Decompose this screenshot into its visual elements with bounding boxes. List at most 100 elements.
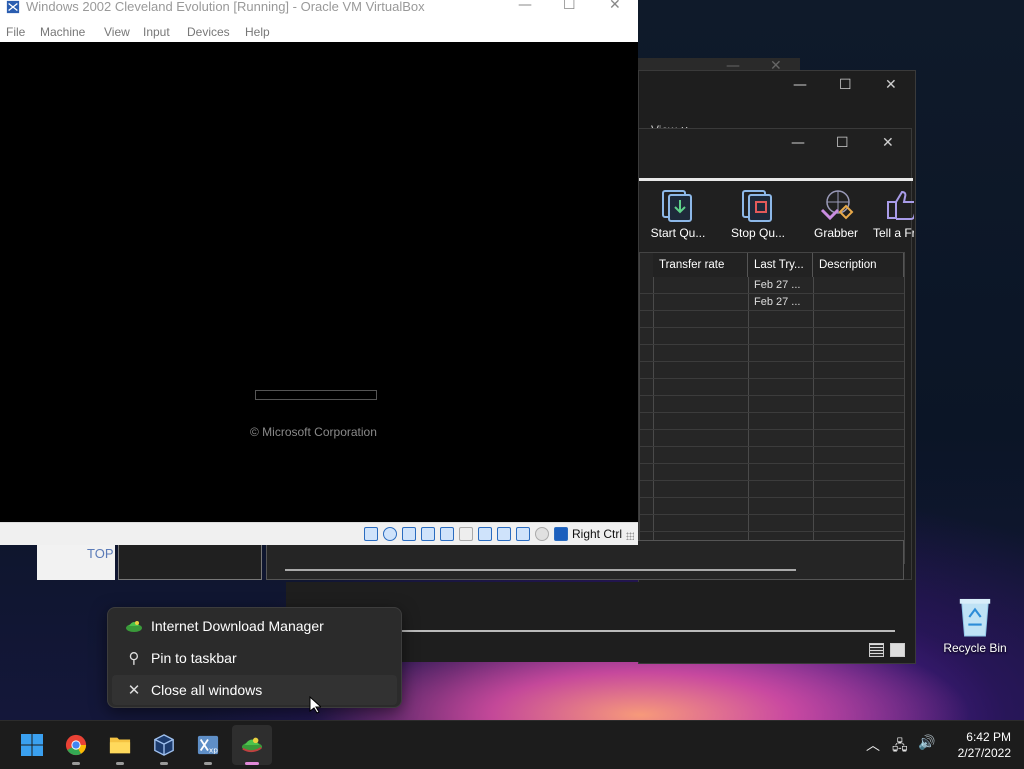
keyboard-capture-icon[interactable] <box>554 527 568 541</box>
chrome-icon <box>65 734 87 756</box>
audio-icon[interactable] <box>402 527 416 541</box>
last-try-cell: Feb 27 ... <box>754 279 801 291</box>
menu-help[interactable]: Help <box>245 25 270 39</box>
mouse-integration-icon[interactable] <box>535 527 549 541</box>
tell-a-friend-button[interactable]: Tell a Fr <box>868 182 914 244</box>
video-capture-icon[interactable] <box>497 527 511 541</box>
display-icon[interactable] <box>478 527 492 541</box>
resize-grip-icon[interactable] <box>626 532 634 540</box>
taskbar-idm[interactable] <box>232 725 272 765</box>
table-row <box>640 447 904 464</box>
taskbar-chrome[interactable] <box>56 725 96 765</box>
running-indicator <box>160 762 168 765</box>
usb-icon[interactable] <box>440 527 454 541</box>
table-row <box>640 396 904 413</box>
table-row <box>640 464 904 481</box>
close-button[interactable]: ✕ <box>609 0 621 13</box>
shared-folders-icon[interactable] <box>459 527 473 541</box>
last-try-cell: Feb 27 ... <box>754 296 801 308</box>
menu-item-label: Close all windows <box>151 682 263 698</box>
column-header-description[interactable]: Description <box>813 253 904 277</box>
table-row <box>640 481 904 498</box>
toolbar-divider <box>639 178 913 181</box>
taskbar-vmware-xp[interactable]: xp <box>188 725 228 765</box>
mouse-cursor-icon <box>309 696 321 714</box>
volume-icon[interactable]: 🔊 <box>918 735 935 751</box>
idm-icon <box>126 621 142 632</box>
table-row <box>640 430 904 447</box>
table-row <box>640 413 904 430</box>
virtualbox-app-icon <box>6 0 20 14</box>
table-row[interactable]: Feb 27 ... <box>640 277 904 294</box>
menu-item-internet-download-manager[interactable]: Internet Download Manager <box>112 611 397 641</box>
maximize-button[interactable]: ☐ <box>563 0 576 13</box>
description-cell <box>813 294 904 311</box>
horizontal-scrollbar[interactable] <box>285 569 796 571</box>
downloads-list-lower <box>266 540 904 580</box>
table-row <box>640 498 904 515</box>
cpu-icon[interactable] <box>516 527 530 541</box>
network-icon[interactable] <box>421 527 435 541</box>
hard-disk-icon[interactable] <box>364 527 378 541</box>
table-row <box>640 379 904 396</box>
grabber-label: Grabber <box>813 226 859 240</box>
table-row <box>640 328 904 345</box>
start-queue-icon <box>662 190 692 222</box>
show-hidden-icons-button[interactable]: ︿ <box>866 735 880 755</box>
network-icon[interactable]: 🖧 <box>892 735 908 759</box>
table-row <box>640 515 904 532</box>
menu-item-pin-to-taskbar[interactable]: ⚲ Pin to taskbar <box>112 643 397 673</box>
optical-drive-icon[interactable] <box>383 527 397 541</box>
background-window: TOP <box>37 540 115 580</box>
running-indicator <box>204 762 212 765</box>
stop-queue-icon <box>742 190 772 222</box>
start-queue-button[interactable]: Start Qu... <box>638 182 718 244</box>
table-row[interactable]: Feb 27 ... <box>640 294 904 311</box>
maximize-button[interactable]: ☐ <box>839 77 852 93</box>
details-view-icon[interactable] <box>869 643 884 657</box>
menu-item-label: Internet Download Manager <box>151 618 324 634</box>
taskbar-file-explorer[interactable] <box>100 725 140 765</box>
close-button[interactable]: ✕ <box>882 135 894 151</box>
menu-input[interactable]: Input <box>143 25 170 39</box>
transfer-rate-cell <box>653 277 748 294</box>
virtualbox-icon <box>154 734 174 756</box>
progress-line <box>400 630 895 632</box>
column-header-transfer-rate[interactable]: Transfer rate <box>653 253 748 277</box>
file-explorer-icon <box>109 737 131 754</box>
minimize-button[interactable]: — <box>793 77 807 93</box>
thumbs-up-icon <box>887 190 914 220</box>
recycle-bin[interactable]: Recycle Bin <box>940 596 1010 662</box>
downloads-table: Transfer rate Last Try... Description Fe… <box>639 252 905 564</box>
running-indicator <box>245 762 259 765</box>
background-window-text: TOP <box>87 546 114 561</box>
start-icon <box>21 734 43 756</box>
maximize-button[interactable]: ☐ <box>836 135 849 151</box>
menu-item-close-all-windows[interactable]: ✕ Close all windows <box>112 675 397 705</box>
clock[interactable]: 6:42 PM 2/27/2022 <box>945 729 1011 761</box>
minimize-button[interactable]: — <box>518 0 532 13</box>
taskbar-virtualbox[interactable] <box>144 725 184 765</box>
column-header-last-try[interactable]: Last Try... <box>748 253 813 277</box>
transfer-rate-cell <box>653 294 748 311</box>
vm-display[interactable]: © Microsoft Corporation <box>0 42 638 522</box>
taskbar: xp ︿ 🖧 🔊 6:42 PM 2/27/2022 <box>0 720 1024 769</box>
menu-file[interactable]: File <box>6 25 25 39</box>
host-key-label: Right Ctrl <box>572 527 623 541</box>
start-button[interactable] <box>12 725 52 765</box>
menu-view[interactable]: View <box>104 25 130 39</box>
menu-bar: File Machine View Input Devices Help <box>0 16 638 39</box>
recycle-bin-label: Recycle Bin <box>943 641 1007 655</box>
minimize-button[interactable]: — <box>791 135 805 151</box>
stop-queue-button[interactable]: Stop Qu... <box>718 182 798 244</box>
large-icons-view-icon[interactable] <box>890 643 905 657</box>
recycle-bin-icon <box>959 598 991 637</box>
running-indicator <box>116 762 124 765</box>
menu-machine[interactable]: Machine <box>40 25 85 39</box>
virtualbox-window: Windows 2002 Cleveland Evolution [Runnin… <box>0 0 638 545</box>
menu-devices[interactable]: Devices <box>187 25 230 39</box>
table-row <box>640 362 904 379</box>
close-button[interactable]: ✕ <box>885 77 897 93</box>
grabber-button[interactable]: Grabber <box>796 182 876 244</box>
running-indicator <box>72 762 80 765</box>
